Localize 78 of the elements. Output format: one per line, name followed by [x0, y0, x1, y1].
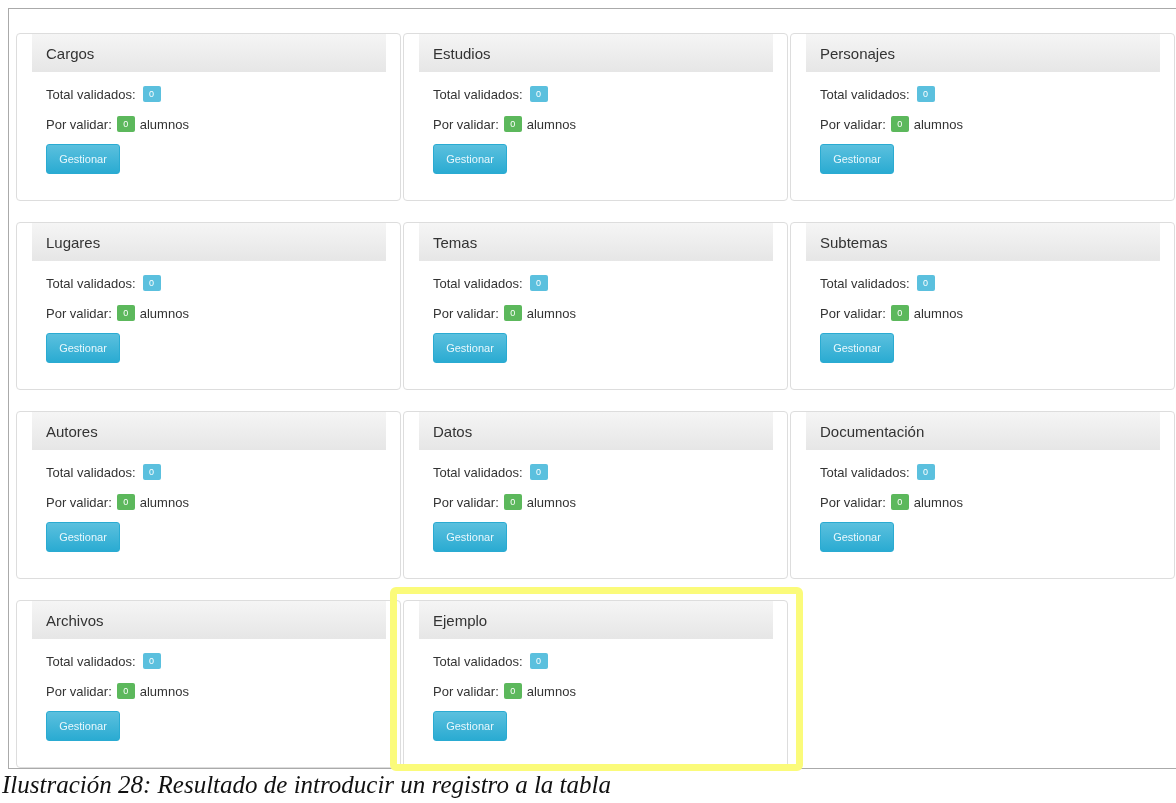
unit-label: alumnos — [139, 305, 189, 321]
total-label: Total validados: — [433, 464, 523, 480]
manage-button[interactable]: Gestionar — [46, 711, 120, 741]
total-label: Total validados: — [46, 275, 136, 291]
total-label: Total validados: — [46, 464, 136, 480]
card-title: Datos — [433, 422, 473, 440]
count-badge: 0 — [529, 653, 548, 669]
total-label: Total validados: — [433, 86, 523, 102]
unit-label: alumnos — [139, 683, 189, 699]
card-title: Cargos — [46, 44, 95, 62]
card-title: Ejemplo — [433, 611, 488, 629]
manage-button[interactable]: Gestionar — [820, 333, 894, 363]
unit-label: alumnos — [526, 494, 576, 510]
manage-button[interactable]: Gestionar — [820, 522, 894, 552]
total-label: Total validados: — [46, 86, 136, 102]
manage-button[interactable]: Gestionar — [46, 333, 120, 363]
pending-label: Por validar: — [46, 305, 112, 321]
unit-label: alumnos — [526, 116, 576, 132]
card-title: Lugares — [46, 233, 101, 251]
card-title: Archivos — [46, 611, 104, 629]
card-title: Estudios — [433, 44, 491, 62]
card-title: Temas — [433, 233, 478, 251]
count-badge: 0 — [116, 683, 135, 699]
unit-label: alumnos — [913, 116, 963, 132]
manage-button[interactable]: Gestionar — [46, 522, 120, 552]
manage-button[interactable]: Gestionar — [46, 144, 120, 174]
count-badge: 0 — [142, 275, 161, 291]
manage-button[interactable]: Gestionar — [433, 144, 507, 174]
card-title: Subtemas — [820, 233, 888, 251]
count-badge: 0 — [890, 116, 909, 132]
count-badge: 0 — [503, 494, 522, 510]
pending-label: Por validar: — [820, 494, 886, 510]
manage-button[interactable]: Gestionar — [433, 522, 507, 552]
total-label: Total validados: — [820, 464, 910, 480]
card-title: Personajes — [820, 44, 896, 62]
unit-label: alumnos — [526, 683, 576, 699]
total-label: Total validados: — [433, 653, 523, 669]
count-badge: 0 — [116, 305, 135, 321]
pending-label: Por validar: — [433, 116, 499, 132]
total-label: Total validados: — [433, 275, 523, 291]
total-label: Total validados: — [820, 275, 910, 291]
unit-label: alumnos — [913, 494, 963, 510]
count-badge: 0 — [890, 494, 909, 510]
total-label: Total validados: — [46, 653, 136, 669]
count-badge: 0 — [529, 275, 548, 291]
card-title: Autores — [46, 422, 98, 440]
manage-button[interactable]: Gestionar — [820, 144, 894, 174]
pending-label: Por validar: — [46, 683, 112, 699]
pending-label: Por validar: — [46, 494, 112, 510]
pending-label: Por validar: — [433, 494, 499, 510]
count-badge: 0 — [503, 305, 522, 321]
count-badge: 0 — [916, 464, 935, 480]
total-label: Total validados: — [820, 86, 910, 102]
unit-label: alumnos — [139, 116, 189, 132]
count-badge: 0 — [503, 683, 522, 699]
unit-label: alumnos — [913, 305, 963, 321]
pending-label: Por validar: — [46, 116, 112, 132]
count-badge: 0 — [916, 86, 935, 102]
count-badge: 0 — [116, 116, 135, 132]
card-title: Documentación — [820, 422, 925, 440]
figure-caption: Ilustración 28: Resultado de introducir un registro a la tabla — [1, 771, 612, 799]
count-badge: 0 — [142, 86, 161, 102]
manage-button[interactable]: Gestionar — [433, 333, 507, 363]
pending-label: Por validar: — [820, 116, 886, 132]
unit-label: alumnos — [526, 305, 576, 321]
count-badge: 0 — [116, 494, 135, 510]
unit-label: alumnos — [139, 494, 189, 510]
count-badge: 0 — [890, 305, 909, 321]
manage-button[interactable]: Gestionar — [433, 711, 507, 741]
count-badge: 0 — [916, 275, 935, 291]
count-badge: 0 — [142, 464, 161, 480]
pending-label: Por validar: — [820, 305, 886, 321]
pending-label: Por validar: — [433, 683, 499, 699]
count-badge: 0 — [142, 653, 161, 669]
count-badge: 0 — [529, 464, 548, 480]
pending-label: Por validar: — [433, 305, 499, 321]
count-badge: 0 — [503, 116, 522, 132]
count-badge: 0 — [529, 86, 548, 102]
